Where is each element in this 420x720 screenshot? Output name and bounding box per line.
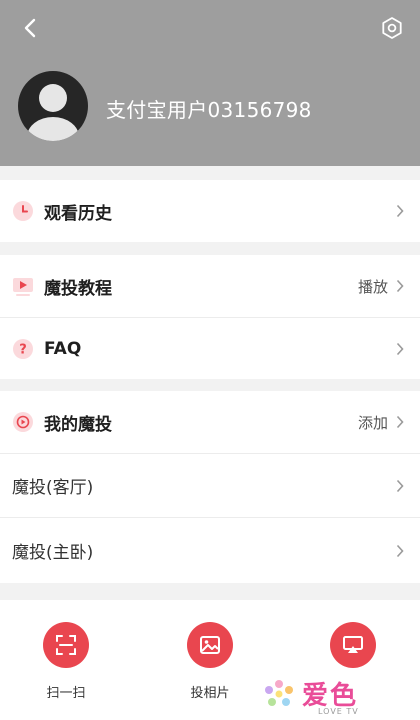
chevron-right-icon <box>394 277 406 295</box>
username: 支付宝用户03156798 <box>106 98 312 122</box>
chevron-right-icon <box>394 477 406 495</box>
screen-cast-icon <box>330 622 376 668</box>
tutorial-label: 魔投教程 <box>44 278 112 299</box>
history-card: 观看历史 <box>0 180 420 242</box>
watermark-logo: 爱色 LOVE TV <box>262 673 382 717</box>
avatar[interactable] <box>18 71 88 141</box>
add-device-action[interactable]: 添加 <box>358 412 388 433</box>
chevron-right-icon <box>394 202 406 220</box>
image-icon <box>187 622 233 668</box>
scan-button[interactable]: 扫一扫 <box>21 622 111 701</box>
scan-icon <box>43 622 89 668</box>
device-item[interactable]: 魔投(主卧) <box>0 517 420 583</box>
svg-text:?: ? <box>19 342 27 357</box>
menu-item-faq[interactable]: ? FAQ <box>0 317 420 379</box>
device-item[interactable]: 魔投(客厅) <box>0 453 420 517</box>
history-label: 观看历史 <box>44 203 112 224</box>
my-devices-label: 我的魔投 <box>44 414 112 435</box>
cast-circle-icon <box>12 411 34 433</box>
menu-item-my-devices[interactable]: 我的魔投 添加 <box>0 391 420 453</box>
device-label: 魔投(主卧) <box>12 543 94 563</box>
question-icon: ? <box>12 338 34 360</box>
faq-label: FAQ <box>44 338 82 359</box>
chevron-right-icon <box>394 413 406 431</box>
chevron-right-icon <box>394 542 406 560</box>
help-card: 魔投教程 播放 ? FAQ <box>0 255 420 379</box>
device-label: 魔投(客厅) <box>12 478 94 498</box>
play-action[interactable]: 播放 <box>358 276 388 297</box>
chevron-right-icon <box>394 340 406 358</box>
user-silhouette-icon <box>27 84 79 141</box>
clock-icon <box>12 200 34 222</box>
menu-item-tutorial[interactable]: 魔投教程 播放 <box>0 255 420 317</box>
video-icon <box>12 275 34 297</box>
back-arrow-icon <box>24 18 36 38</box>
flower-logo-icon <box>265 680 293 706</box>
menu-item-history[interactable]: 观看历史 <box>0 180 420 242</box>
scan-label: 扫一扫 <box>46 686 86 701</box>
cast-photo-label: 投相片 <box>190 686 230 701</box>
back-button[interactable] <box>14 12 46 44</box>
profile-header: 支付宝用户03156798 <box>0 0 420 166</box>
cast-photo-button[interactable]: 投相片 <box>165 622 255 701</box>
hexagon-settings-icon <box>382 17 402 39</box>
watermark-subtext: LOVE TV <box>318 707 359 716</box>
settings-button[interactable] <box>376 12 408 44</box>
devices-card: 我的魔投 添加 魔投(客厅) 魔投(主卧) <box>0 391 420 583</box>
